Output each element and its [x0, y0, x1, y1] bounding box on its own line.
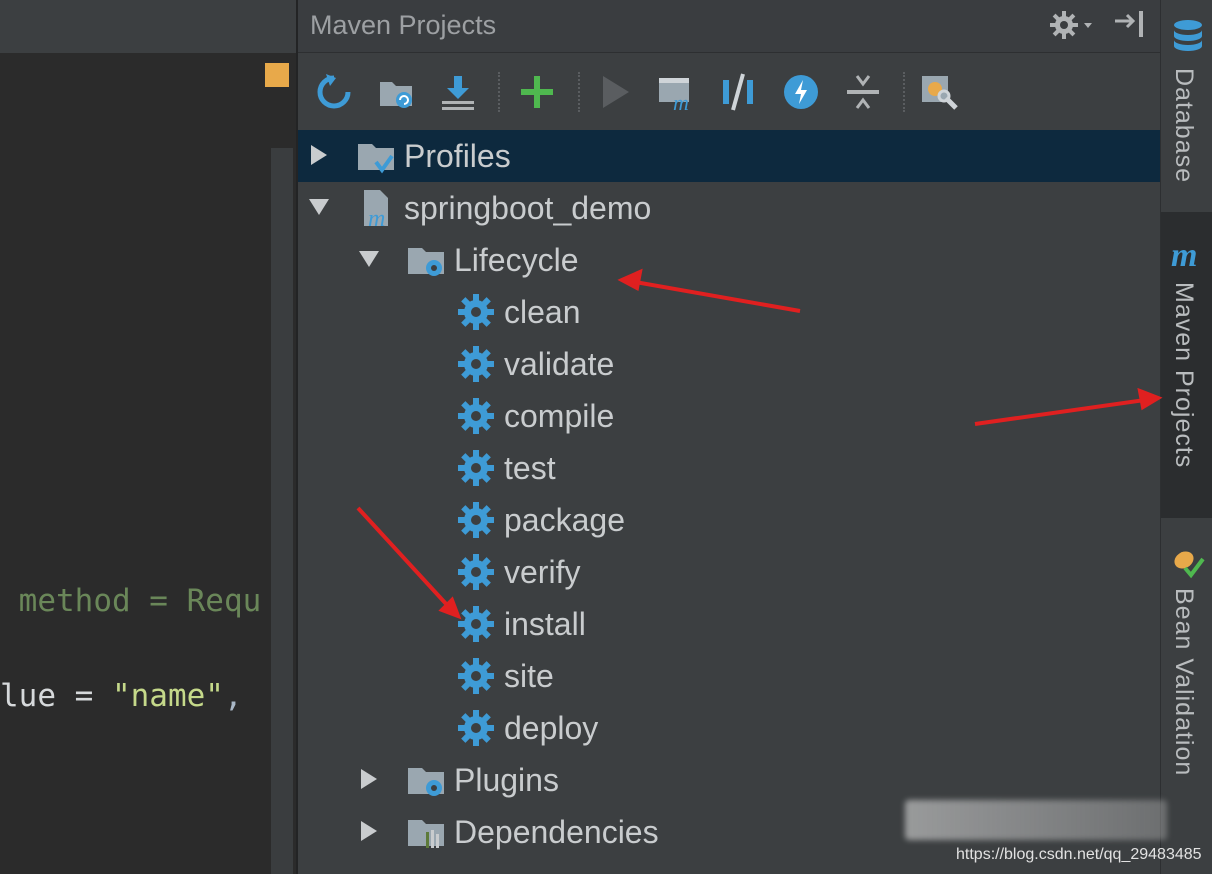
- code-line: lue = "name",: [0, 678, 296, 714]
- tree-node-label: Plugins: [454, 762, 559, 798]
- code-text: lue =: [0, 678, 112, 714]
- code-editor[interactable]: method = Requ lue = "name",: [0, 0, 296, 874]
- plugins-folder-icon: [408, 768, 444, 796]
- tree-node-label: Lifecycle: [454, 242, 579, 278]
- tree-node-plugins[interactable]: Plugins: [298, 754, 1162, 806]
- tree-node-goal-test[interactable]: test: [298, 442, 1162, 494]
- tree-node-label: deploy: [504, 710, 599, 746]
- tree-node-goal-deploy[interactable]: deploy: [298, 702, 1162, 754]
- code-line: method = Requ: [0, 583, 296, 619]
- panel-header: Maven Projects: [298, 0, 1162, 53]
- add-icon[interactable]: [515, 70, 559, 114]
- tree-node-label: Dependencies: [454, 814, 659, 850]
- tree-node-goal-clean[interactable]: clean: [298, 286, 1162, 338]
- tree-node-goal-site[interactable]: site: [298, 650, 1162, 702]
- gear-icon: [458, 294, 494, 330]
- editor-tab-strip: [0, 0, 296, 54]
- toolbar-separator: [498, 72, 502, 112]
- tree-node-goal-install[interactable]: install: [298, 598, 1162, 650]
- skip-tests-icon[interactable]: [779, 70, 823, 114]
- maven-toolbar: m: [298, 60, 1162, 124]
- gear-icon: [458, 554, 494, 590]
- hide-panel-icon[interactable]: [1113, 7, 1149, 41]
- expand-arrow-icon[interactable]: [358, 768, 380, 790]
- database-tool-tab[interactable]: Database: [1161, 10, 1212, 200]
- tree-node-label: test: [504, 450, 556, 486]
- tree-node-label: clean: [504, 294, 581, 330]
- panel-title: Maven Projects: [310, 10, 497, 40]
- collapse-all-icon[interactable]: [841, 70, 885, 114]
- toggle-offline-icon[interactable]: [717, 70, 761, 114]
- tree-node-label: site: [504, 658, 554, 694]
- settings-gear-icon[interactable]: [1048, 9, 1096, 41]
- tree-node-label: install: [504, 606, 586, 642]
- maven-module-icon: m: [364, 190, 388, 228]
- maven-m-icon: m: [1171, 240, 1197, 272]
- expand-arrow-icon[interactable]: [308, 144, 330, 166]
- gear-icon: [458, 502, 494, 538]
- tree-node-label: validate: [504, 346, 615, 382]
- tree-node-label: Profiles: [404, 138, 511, 174]
- toolbar-separator: [578, 72, 582, 112]
- bean-validation-icon: [1174, 551, 1205, 579]
- tool-tab-label: Database: [1170, 68, 1198, 184]
- collapse-arrow-icon[interactable]: [358, 248, 380, 270]
- maven-projects-tool-tab[interactable]: m Maven Projects: [1161, 212, 1212, 518]
- tool-tab-label: Bean Validation: [1170, 588, 1198, 777]
- editor-scrollbar[interactable]: [271, 148, 293, 874]
- svg-text:m: m: [368, 206, 385, 228]
- warning-marker[interactable]: [265, 63, 289, 87]
- collapse-arrow-icon[interactable]: [308, 196, 330, 218]
- svg-text:m: m: [1171, 240, 1197, 272]
- code-text: ,: [223, 678, 243, 714]
- toolbar-separator: [903, 72, 907, 112]
- gear-icon: [458, 346, 494, 382]
- tree-node-label: verify: [504, 554, 581, 590]
- tree-node-goal-package[interactable]: package: [298, 494, 1162, 546]
- gear-icon: [458, 450, 494, 486]
- execute-maven-goal-icon[interactable]: m: [655, 70, 699, 114]
- tool-window-strip: Database m Maven Projects Bean Validatio…: [1160, 0, 1212, 874]
- run-icon[interactable]: [593, 70, 637, 114]
- tree-node-goal-compile[interactable]: compile: [298, 390, 1162, 442]
- maven-projects-panel: Maven Projects m Profiles m springboot_d…: [296, 0, 1162, 874]
- tree-node-goal-validate[interactable]: validate: [298, 338, 1162, 390]
- tree-node-project[interactable]: m springboot_demo: [298, 182, 1162, 234]
- generate-sources-icon[interactable]: [374, 70, 418, 114]
- lifecycle-folder-icon: [408, 248, 444, 276]
- gear-icon: [458, 606, 494, 642]
- tree-node-label: compile: [504, 398, 615, 434]
- bean-validation-tool-tab[interactable]: Bean Validation: [1161, 540, 1212, 790]
- tree-node-label: package: [504, 502, 625, 538]
- tree-node-lifecycle[interactable]: Lifecycle: [298, 234, 1162, 286]
- tool-tab-label: Maven Projects: [1170, 282, 1198, 469]
- tree-node-label: springboot_demo: [404, 190, 652, 226]
- watermark-logo: [905, 800, 1167, 840]
- reimport-icon[interactable]: [312, 70, 356, 114]
- expand-arrow-icon[interactable]: [358, 820, 380, 842]
- code-string: "name": [111, 678, 224, 714]
- download-icon[interactable]: [436, 70, 480, 114]
- profiles-folder-icon: [358, 144, 394, 174]
- gear-icon: [458, 658, 494, 694]
- code-text: method = Requ: [0, 583, 262, 619]
- watermark-url: https://blog.csdn.net/qq_29483485: [956, 846, 1202, 863]
- maven-settings-icon[interactable]: [918, 70, 962, 114]
- database-icon: [1174, 20, 1202, 51]
- tree-node-goal-verify[interactable]: verify: [298, 546, 1162, 598]
- gear-icon: [458, 398, 494, 434]
- gear-icon: [458, 710, 494, 746]
- dependencies-folder-icon: [408, 820, 444, 848]
- svg-text:m: m: [673, 90, 689, 112]
- tree-node-profiles[interactable]: Profiles: [298, 130, 1162, 182]
